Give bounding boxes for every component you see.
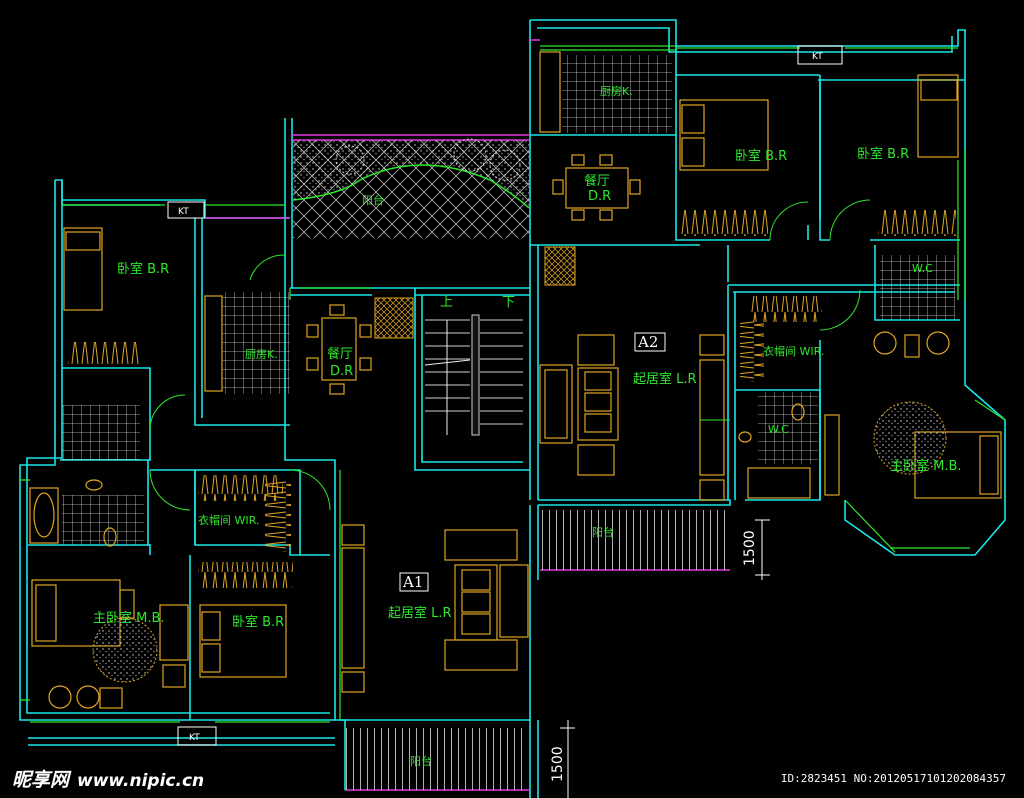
watermark: 昵享网 www.nipic.cn	[12, 765, 204, 792]
watermark-url: www.nipic.cn	[77, 771, 205, 791]
kt-label-left: KT	[178, 207, 189, 217]
label-wir-a1: 衣帽间 WIR.	[198, 513, 259, 527]
label-dining-left-en: D.R	[330, 364, 353, 379]
label-living-a2: 起居室 L.R	[633, 371, 697, 387]
walls	[19, 19, 1006, 798]
label-stair-up: 上	[440, 295, 453, 310]
label-bedroom-top-mid: 卧室 B.R	[735, 148, 787, 164]
label-kitchen-left: 厨房K.	[245, 348, 278, 361]
label-kitchen-top: 厨房K.	[600, 85, 633, 98]
label-master-a2: 主卧室 M.B.	[890, 458, 962, 474]
label-bedroom-top-right: 卧室 B.R	[857, 146, 909, 162]
label-balcony-a2: 阳台	[592, 525, 614, 539]
rugs	[92, 401, 947, 683]
label-dining-top-cn: 餐厅	[584, 173, 610, 189]
label-bedroom-a1: 卧室 B.R	[232, 614, 284, 630]
label-living-a1: 起居室 L.R	[388, 605, 452, 621]
kt-label-top: KT	[812, 52, 823, 62]
tag-a2: A2	[637, 333, 658, 351]
label-wc-a2: W.C	[768, 423, 789, 436]
floor-plan: KT KT KT 1500 1500 A2 A1 厨房K. 餐厅 D.R 卧室 …	[19, 19, 1006, 798]
watermark-brand: 昵享网	[12, 769, 70, 791]
label-wc-right-small: W.C	[912, 262, 933, 275]
kt-label-bottom: KT	[189, 733, 200, 743]
label-wir-a2: 衣帽间 WIR.	[763, 344, 824, 358]
label-balcony-top: 阳台	[362, 193, 384, 207]
dimension-lower: 1500	[550, 746, 566, 782]
label-dining-top-en: D.R	[588, 189, 611, 204]
label-bedroom-left: 卧室 B.R	[117, 261, 169, 277]
label-balcony-a1: 阳台	[410, 754, 432, 768]
label-stair-down: 下	[502, 295, 515, 310]
dimension-upper: 1500	[742, 530, 758, 566]
staircase	[424, 314, 523, 436]
label-master-a1: 主卧室 M.B.	[93, 610, 165, 626]
image-id-label: ID:2823451 NO:20120517101202084357	[780, 772, 1006, 785]
tag-a1: A1	[402, 573, 423, 591]
balcony-top	[292, 138, 530, 238]
label-dining-left-cn: 餐厅	[327, 346, 353, 362]
